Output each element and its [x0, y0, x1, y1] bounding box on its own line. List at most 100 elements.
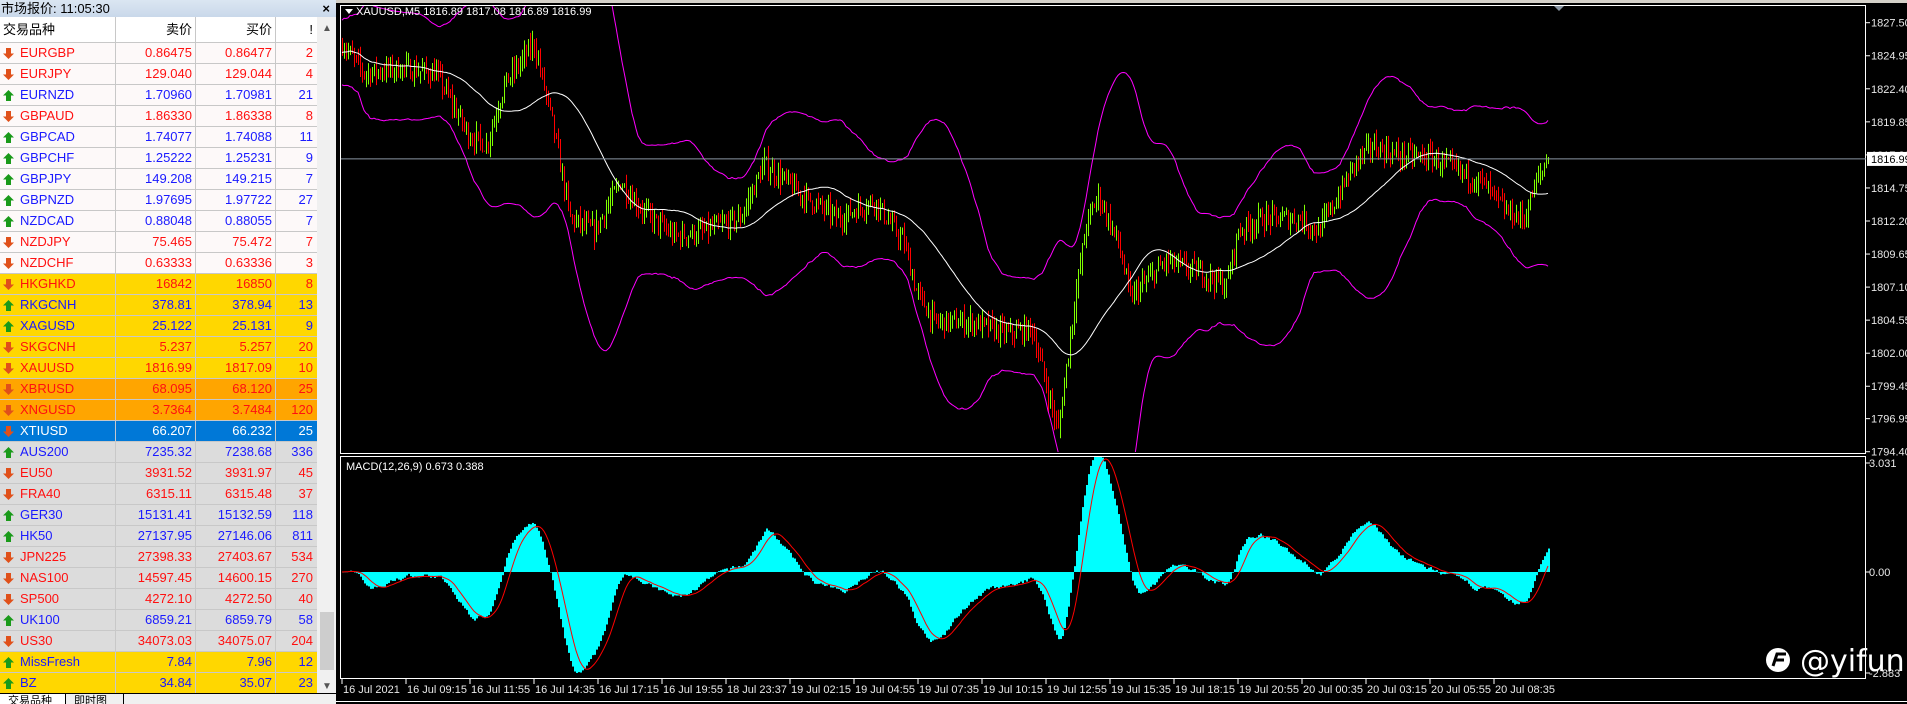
scroll-down-icon[interactable]: ▼: [322, 681, 332, 692]
quote-row-sp500[interactable]: SP500 4272.10 4272.50 40: [0, 589, 317, 610]
quote-row-eu50[interactable]: EU50 3931.52 3931.97 45: [0, 463, 317, 484]
quote-row-us30[interactable]: US30 34073.03 34075.07 204: [0, 631, 317, 652]
quote-row-xauusd[interactable]: XAUUSD 1816.99 1817.09 10: [0, 358, 317, 379]
quote-row-xngusd[interactable]: XNGUSD 3.7364 3.7484 120: [0, 400, 317, 421]
quote-row-xbrusd[interactable]: XBRUSD 68.095 68.120 25: [0, 379, 317, 400]
close-icon[interactable]: ×: [322, 0, 330, 17]
quote-row-hk50[interactable]: HK50 27137.95 27146.06 811: [0, 526, 317, 547]
quote-row-nzdjpy[interactable]: NZDJPY 75.465 75.472 7: [0, 232, 317, 253]
macd-histogram-bar: [978, 572, 980, 596]
quote-row-fra40[interactable]: FRA40 6315.11 6315.48 37: [0, 484, 317, 505]
macd-histogram-bar: [1040, 572, 1042, 591]
macd-histogram-bar: [426, 572, 428, 575]
macd-histogram-bar: [1100, 457, 1102, 572]
macd-histogram-bar: [782, 545, 784, 572]
tab-symbols[interactable]: 交易品种: [0, 694, 66, 704]
macd-histogram-bar: [632, 572, 634, 578]
quote-row-nzdcad[interactable]: NZDCAD 0.88048 0.88055 7: [0, 211, 317, 232]
arrow-down-icon: [3, 110, 14, 122]
macd-histogram-bar: [908, 572, 910, 600]
quote-row-nzdchf[interactable]: NZDCHF 0.63333 0.63336 3: [0, 253, 317, 274]
chart-shift-marker-icon[interactable]: [1554, 6, 1564, 11]
macd-histogram-bar: [786, 548, 788, 572]
chart-menu-triangle-icon[interactable]: [345, 9, 353, 14]
quote-row-missfresh[interactable]: MissFresh 7.84 7.96 12: [0, 652, 317, 673]
ask-cell: 27146.06: [196, 526, 276, 546]
quote-row-jpn225[interactable]: JPN225 27398.33 27403.67 534: [0, 547, 317, 568]
macd-histogram-bar: [1004, 572, 1006, 587]
macd-histogram-bar: [502, 572, 504, 576]
price-chart-window[interactable]: 1827.501824.951822.401819.851817.301814.…: [336, 0, 1907, 704]
macd-histogram-bar: [560, 572, 562, 620]
macd-histogram-bar: [988, 572, 990, 590]
macd-histogram-bar: [1054, 572, 1056, 631]
quote-row-gbpnzd[interactable]: GBPNZD 1.97695 1.97722 27: [0, 190, 317, 211]
chart-canvas[interactable]: 1827.501824.951822.401819.851817.301814.…: [336, 0, 1907, 704]
symbol-name: EURGBP: [20, 45, 75, 60]
macd-histogram-bar: [552, 572, 554, 581]
macd-histogram-bar: [854, 572, 856, 585]
scroll-up-icon[interactable]: ▲: [322, 23, 332, 34]
macd-histogram-bar: [1476, 572, 1478, 591]
quote-row-eurnzd[interactable]: EURNZD 1.70960 1.70981 21: [0, 85, 317, 106]
quote-row-aus200[interactable]: AUS200 7235.32 7238.68 336: [0, 442, 317, 463]
vertical-scrollbar[interactable]: ▲ ▼: [319, 17, 335, 693]
quote-row-hkghkd[interactable]: HKGHKD 16842 16850 8: [0, 274, 317, 295]
macd-histogram-bar: [738, 566, 740, 572]
quote-row-bz[interactable]: BZ 34.84 35.07 23: [0, 673, 317, 694]
column-header-symbol[interactable]: 交易品种: [0, 17, 116, 42]
macd-histogram-bar: [1248, 537, 1250, 572]
macd-histogram-bar: [1524, 572, 1526, 602]
quote-row-xtiusd[interactable]: XTIUSD 66.207 66.232 25: [0, 421, 317, 442]
quote-row-ger30[interactable]: GER30 15131.41 15132.59 118: [0, 505, 317, 526]
spread-cell: 204: [291, 633, 313, 648]
quote-row-gbpchf[interactable]: GBPCHF 1.25222 1.25231 9: [0, 148, 317, 169]
macd-histogram-bar: [1300, 560, 1302, 572]
tab-tick-chart[interactable]: 即时图: [66, 694, 124, 704]
macd-histogram-bar: [932, 572, 934, 641]
ask-cell: 1.74088: [196, 127, 276, 147]
bid-cell: 27398.33: [116, 547, 196, 567]
macd-histogram-bar: [1236, 561, 1238, 572]
time-tick-label: 19 Jul 20:55: [1239, 684, 1299, 696]
symbol-cell: HKGHKD: [0, 274, 116, 294]
column-header-bid[interactable]: 卖价: [116, 17, 196, 42]
ask-cell: 149.215: [196, 169, 276, 189]
symbol-name: NZDJPY: [20, 234, 71, 249]
macd-histogram-bar: [1346, 542, 1348, 572]
symbol-name: HKGHKD: [20, 276, 76, 291]
macd-histogram-bar: [1230, 572, 1232, 580]
macd-histogram-bar: [1422, 564, 1424, 572]
quote-row-gbpaud[interactable]: GBPAUD 1.86330 1.86338 8: [0, 106, 317, 127]
macd-histogram-bar: [1186, 566, 1188, 572]
quote-row-rkgcnh[interactable]: RKGCNH 378.81 378.94 13: [0, 295, 317, 316]
arrow-down-icon: [3, 257, 14, 269]
main-pane-frame: [340, 5, 1866, 454]
quote-row-eurjpy[interactable]: EURJPY 129.040 129.044 4: [0, 64, 317, 85]
bid-cell: 1.74077: [116, 127, 196, 147]
macd-histogram-bar: [432, 572, 434, 577]
quote-row-nas100[interactable]: NAS100 14597.45 14600.15 270: [0, 568, 317, 589]
price-tick-label: 1824.95: [1871, 51, 1907, 63]
quote-row-gbpcad[interactable]: GBPCAD 1.74077 1.74088 11: [0, 127, 317, 148]
bid-cell: 1.86330: [116, 106, 196, 126]
quote-row-gbpjpy[interactable]: GBPJPY 149.208 149.215 7: [0, 169, 317, 190]
time-tick-label: 20 Jul 08:35: [1495, 684, 1555, 696]
macd-histogram-bar: [1276, 540, 1278, 572]
quote-row-skgcnh[interactable]: SKGCNH 5.237 5.257 20: [0, 337, 317, 358]
macd-histogram-bar: [1530, 572, 1532, 593]
macd-histogram-bar: [1548, 548, 1550, 572]
price-axis: 1827.501824.951822.401819.851817.301814.…: [1866, 18, 1907, 459]
column-header-spread[interactable]: !: [276, 17, 317, 42]
column-header-ask[interactable]: 买价: [196, 17, 276, 42]
macd-histogram-bar: [1320, 572, 1322, 576]
quote-row-uk100[interactable]: UK100 6859.21 6859.79 58: [0, 610, 317, 631]
quote-row-xagusd[interactable]: XAGUSD 25.122 25.131 9: [0, 316, 317, 337]
macd-histogram-bar: [1062, 572, 1064, 637]
macd-histogram-bar: [1318, 572, 1320, 574]
scrollbar-thumb[interactable]: [320, 612, 334, 670]
quote-row-eurgbp[interactable]: EURGBP 0.86475 0.86477 2: [0, 43, 317, 64]
spread-cell: 7: [305, 234, 313, 249]
spread-cell: 118: [292, 507, 313, 522]
macd-histogram-bar: [366, 572, 368, 586]
